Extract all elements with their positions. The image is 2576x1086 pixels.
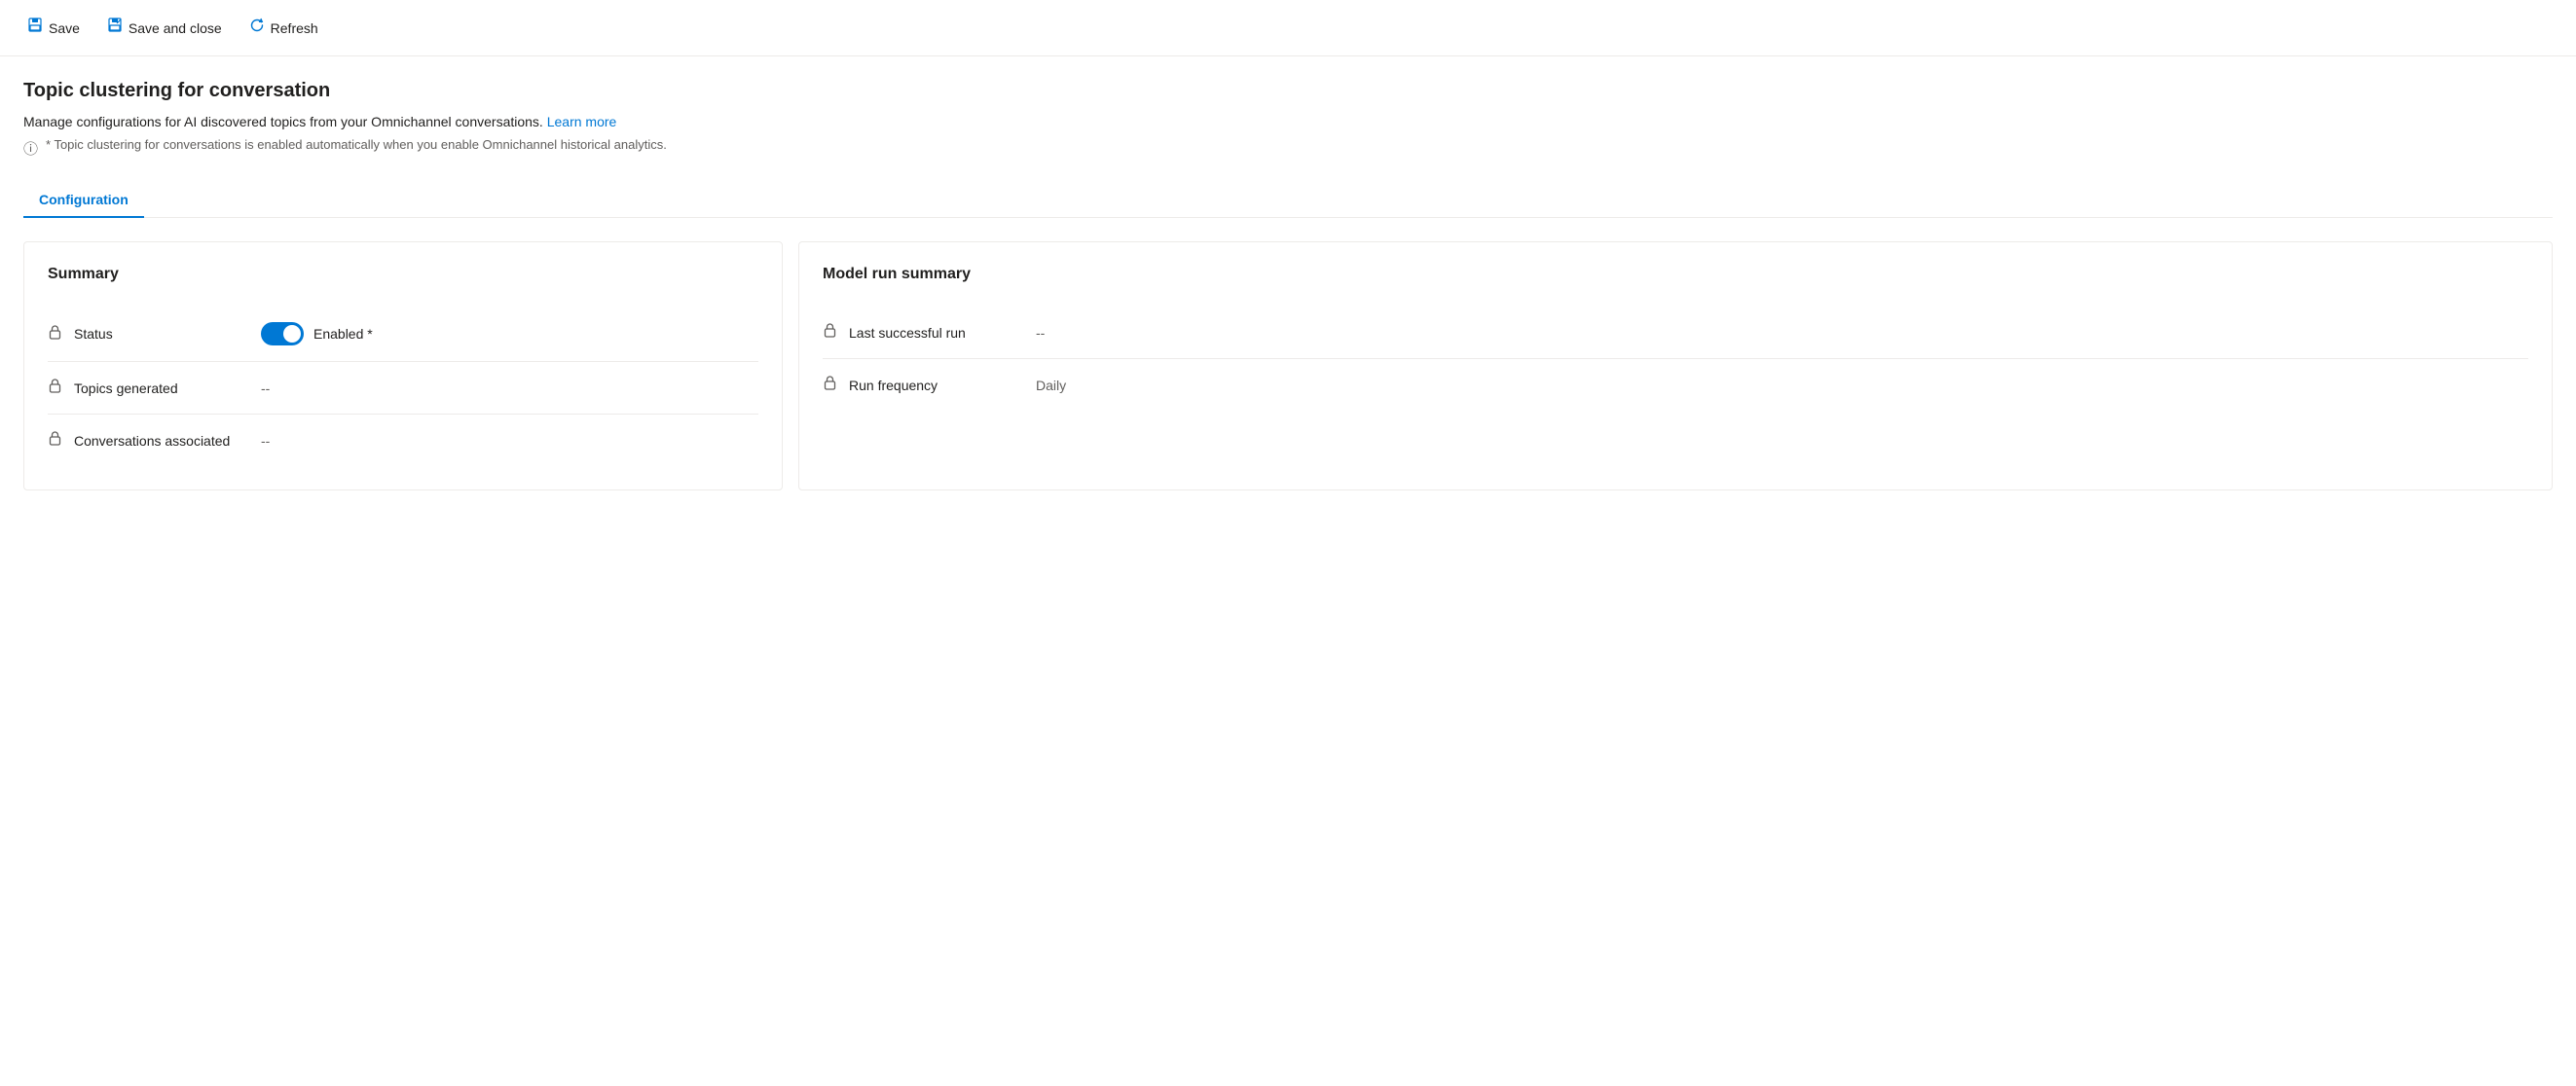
run-frequency-value: Daily bbox=[1036, 378, 1066, 393]
save-close-button[interactable]: Save and close bbox=[95, 12, 234, 44]
learn-more-link[interactable]: Learn more bbox=[547, 114, 617, 129]
info-note-text: * Topic clustering for conversations is … bbox=[46, 137, 667, 152]
tabs-container: Configuration bbox=[23, 182, 2553, 218]
conversations-associated-value: -- bbox=[261, 433, 270, 449]
cards-row: Summary Status Enabled * bbox=[23, 241, 2553, 490]
summary-card: Summary Status Enabled * bbox=[23, 241, 783, 490]
toggle-slider bbox=[261, 322, 304, 345]
save-button[interactable]: Save bbox=[16, 12, 92, 44]
status-label: Status bbox=[74, 326, 249, 342]
save-label: Save bbox=[49, 20, 80, 36]
topics-generated-label: Topics generated bbox=[74, 380, 249, 396]
save-close-icon bbox=[107, 18, 123, 38]
main-content: Topic clustering for conversation Manage… bbox=[0, 56, 2576, 514]
conversations-associated-label: Conversations associated bbox=[74, 433, 249, 449]
status-toggle-container: Enabled * bbox=[261, 322, 373, 345]
tab-configuration[interactable]: Configuration bbox=[23, 182, 144, 217]
description-text: Manage configurations for AI discovered … bbox=[23, 114, 543, 129]
last-run-lock-icon bbox=[823, 322, 837, 343]
conversations-lock-icon bbox=[48, 430, 62, 451]
status-toggle-label: Enabled * bbox=[313, 326, 373, 342]
info-icon: ⓘ bbox=[23, 138, 38, 159]
topics-generated-field-row: Topics generated -- bbox=[48, 362, 758, 415]
summary-card-title: Summary bbox=[48, 266, 758, 283]
refresh-icon bbox=[249, 18, 265, 38]
conversations-associated-field-row: Conversations associated -- bbox=[48, 415, 758, 466]
topics-generated-value: -- bbox=[261, 380, 270, 396]
refresh-button[interactable]: Refresh bbox=[238, 12, 330, 44]
page-description: Manage configurations for AI discovered … bbox=[23, 114, 2553, 129]
status-lock-icon bbox=[48, 324, 62, 344]
toolbar: Save Save and close Refresh bbox=[0, 0, 2576, 56]
info-note: ⓘ * Topic clustering for conversations i… bbox=[23, 137, 2553, 159]
last-run-value: -- bbox=[1036, 325, 1045, 341]
model-run-card: Model run summary Last successful run -- bbox=[798, 241, 2553, 490]
status-field-row: Status Enabled * bbox=[48, 307, 758, 362]
status-toggle[interactable] bbox=[261, 322, 304, 345]
refresh-label: Refresh bbox=[271, 20, 318, 36]
run-frequency-lock-icon bbox=[823, 375, 837, 395]
save-icon bbox=[27, 18, 43, 38]
last-run-field-row: Last successful run -- bbox=[823, 307, 2528, 359]
last-run-label: Last successful run bbox=[849, 325, 1024, 341]
page-title: Topic clustering for conversation bbox=[23, 80, 2553, 102]
run-frequency-label: Run frequency bbox=[849, 378, 1024, 393]
save-close-label: Save and close bbox=[129, 20, 222, 36]
topics-lock-icon bbox=[48, 378, 62, 398]
run-frequency-field-row: Run frequency Daily bbox=[823, 359, 2528, 411]
model-run-card-title: Model run summary bbox=[823, 266, 2528, 283]
